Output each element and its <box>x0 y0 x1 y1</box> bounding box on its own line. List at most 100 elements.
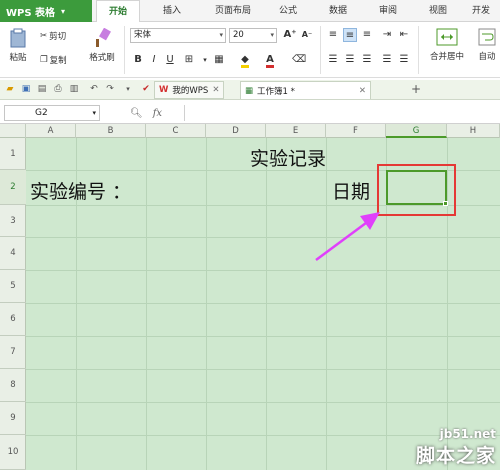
redo-icon[interactable]: ↷ <box>104 83 116 95</box>
wrap-text-button[interactable]: 自动 <box>474 28 500 62</box>
app-menu-button[interactable]: WPS 表格 ▾ <box>0 0 92 22</box>
watermark-site: jb51.net <box>439 427 496 441</box>
justify-icon[interactable]: ☰ <box>380 53 394 67</box>
tab-home[interactable]: 开始 <box>96 0 140 23</box>
paste-label: 粘贴 <box>9 53 27 63</box>
select-all-corner[interactable] <box>0 124 26 138</box>
outdent-icon[interactable]: ⇤ <box>397 28 411 42</box>
scissors-icon: ✂ <box>40 31 48 41</box>
grid-line <box>26 303 500 304</box>
spreadsheet-icon: ▦ <box>245 85 254 96</box>
search-icon[interactable]: 🔍︎ <box>130 108 143 119</box>
align-center-icon[interactable]: ☰ <box>343 53 357 67</box>
column-header-c[interactable]: C <box>146 124 206 138</box>
column-header-d[interactable]: D <box>206 124 266 138</box>
tab-review[interactable]: 审阅 <box>368 0 408 22</box>
font-color-icon[interactable]: A <box>263 53 277 68</box>
chevron-down-icon[interactable]: ▾ <box>122 83 134 95</box>
row-header-1[interactable]: 1 <box>0 138 26 170</box>
clear-format-icon[interactable]: ⌫ <box>292 53 306 67</box>
new-tab-icon[interactable]: + <box>410 83 422 95</box>
tab-data[interactable]: 数据 <box>318 0 358 22</box>
border-icon[interactable]: ⊞ <box>182 53 196 67</box>
tab-page-layout[interactable]: 页面布局 <box>204 0 262 22</box>
font-size-combo[interactable]: 20 ▾ <box>229 28 277 43</box>
fill-color-icon[interactable]: ◆ <box>238 53 252 68</box>
row-header-3[interactable]: 3 <box>0 205 26 237</box>
row-header-8[interactable]: 8 <box>0 369 26 402</box>
save-icon[interactable]: ▣ <box>20 83 32 95</box>
align-middle-icon[interactable]: ≡ <box>343 28 357 42</box>
align-bottom-icon[interactable]: ≡ <box>360 28 374 42</box>
tab-view[interactable]: 视图 <box>418 0 458 22</box>
shrink-font-button[interactable]: A⁻ <box>300 28 314 42</box>
formula-bar: G2 ▾ 🔍︎ fx <box>0 102 500 124</box>
tab-insert[interactable]: 插入 <box>152 0 192 22</box>
grow-font-button[interactable]: A⁺ <box>283 28 297 42</box>
close-icon[interactable]: ✕ <box>212 85 219 95</box>
copy-icon: ❐ <box>40 55 48 65</box>
wps-logo-icon: W <box>159 85 169 95</box>
tab-workbook1[interactable]: ▦ 工作簿1 * ✕ <box>240 81 372 99</box>
font-size-value: 20 <box>233 30 244 40</box>
merge-center-button[interactable]: 合并居中 <box>424 28 470 62</box>
name-box[interactable]: G2 ▾ <box>4 105 100 121</box>
distribute-icon[interactable]: ☰ <box>397 53 411 67</box>
column-header-a[interactable]: A <box>26 124 76 138</box>
column-header-h[interactable]: H <box>447 124 500 138</box>
underline-button[interactable]: U <box>163 53 177 67</box>
column-header-f[interactable]: F <box>326 124 386 138</box>
copy-button[interactable]: ❐ 复制 <box>40 54 67 66</box>
document-tab-bar: ▰ ▣ ▤ ⎙ ▥ ↶ ↷ ▾ ✔ W 我的WPS ✕ ▦ 工作簿1 * ✕ + <box>0 80 500 100</box>
column-header-b[interactable]: B <box>76 124 146 138</box>
cell-style-icon[interactable]: ▦ <box>212 53 226 67</box>
indent-icon[interactable]: ⇥ <box>380 28 394 42</box>
export-icon[interactable]: ▥ <box>68 83 80 95</box>
row-header-7[interactable]: 7 <box>0 336 26 369</box>
doc-tab-label: 我的WPS <box>172 86 209 96</box>
formula-input[interactable] <box>184 105 496 121</box>
paste-button[interactable]: 粘贴 <box>4 28 32 63</box>
cut-button[interactable]: ✂ 剪切 <box>40 30 66 42</box>
row-header-10[interactable]: 10 <box>0 435 26 470</box>
fx-icon[interactable]: fx <box>153 108 162 119</box>
copy-label: 复制 <box>49 56 67 66</box>
title-cell[interactable]: 实验记录 <box>250 144 326 171</box>
ribbon-divider <box>320 26 321 74</box>
grid-line <box>266 138 267 470</box>
tab-formulas[interactable]: 公式 <box>268 0 308 22</box>
row-header-2[interactable]: 2 <box>0 170 26 205</box>
row-header-6[interactable]: 6 <box>0 303 26 336</box>
row-header-4[interactable]: 4 <box>0 237 26 270</box>
align-top-icon[interactable]: ≡ <box>326 28 340 42</box>
tab-my-wps[interactable]: W 我的WPS ✕ <box>154 81 225 99</box>
chevron-down-icon: ▾ <box>270 31 274 39</box>
row-header-9[interactable]: 9 <box>0 402 26 435</box>
grid-line <box>26 369 500 370</box>
font-name-combo[interactable]: 宋体 ▾ <box>130 28 226 43</box>
column-header-e[interactable]: E <box>266 124 326 138</box>
column-header-g[interactable]: G <box>386 124 447 138</box>
print-preview-icon[interactable]: ▤ <box>36 83 48 95</box>
undo-icon[interactable]: ↶ <box>88 83 100 95</box>
cut-label: 剪切 <box>49 32 67 42</box>
bold-button[interactable]: B <box>131 53 145 67</box>
wrap-text-icon <box>478 28 496 46</box>
print-icon[interactable]: ⎙ <box>52 83 64 95</box>
wrap-text-label: 自动 <box>478 52 496 62</box>
format-painter-button[interactable]: 格式刷 <box>84 28 120 63</box>
grid-line <box>146 138 147 470</box>
align-right-icon[interactable]: ☰ <box>360 53 374 67</box>
open-folder-icon[interactable]: ▰ <box>4 83 16 95</box>
grid-line <box>26 237 500 238</box>
menu-bar: WPS 表格 ▾ 开始 插入 页面布局 公式 数据 审阅 视图 开发 <box>0 0 500 23</box>
brush-icon <box>96 28 111 47</box>
exp-number-cell[interactable]: 实验编号 ： <box>30 177 131 204</box>
align-left-icon[interactable]: ☰ <box>326 53 340 67</box>
check-icon: ✔ <box>142 84 150 94</box>
chevron-down-icon[interactable]: ▾ <box>198 53 212 67</box>
italic-button[interactable]: I <box>147 53 161 67</box>
tab-developer[interactable]: 开发 <box>462 0 500 22</box>
row-header-5[interactable]: 5 <box>0 270 26 303</box>
close-icon[interactable]: ✕ <box>359 86 366 96</box>
